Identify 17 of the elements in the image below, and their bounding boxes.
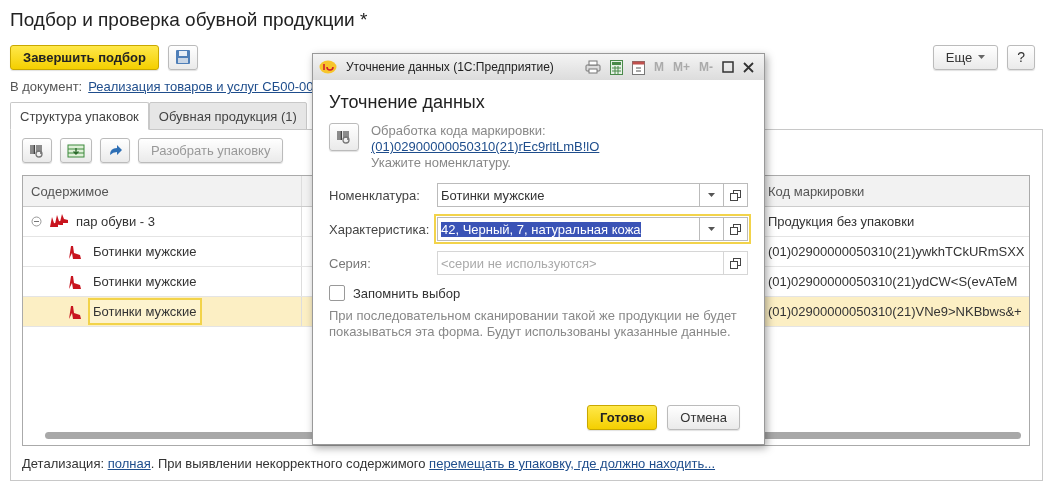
document-label: В документ:: [10, 79, 83, 96]
field-label: Номенклатура:: [329, 187, 421, 203]
page-title: Подбор и проверка обувной продукции *: [10, 8, 369, 32]
cell-text: Ботинки мужские: [92, 273, 198, 291]
field-label: Серия:: [329, 255, 372, 271]
footer-text: Детализация: полная. При выявлении некорректного содержимого перемещать в упаковку, где должно находить...: [22, 456, 717, 471]
info-label: Обработка кода маркировки:: [371, 123, 547, 139]
dialog-heading: Уточнение данных: [329, 92, 486, 113]
hint-text: Укажите номенклатуру.: [371, 155, 512, 171]
cell-text: Ботинки мужские: [88, 298, 202, 325]
cell-text: пар обуви - 3: [76, 214, 155, 229]
field-label: Характеристика:: [329, 221, 431, 237]
cell-text: Ботинки мужские: [92, 243, 198, 261]
column-header: Содержимое: [30, 182, 110, 201]
checkbox-label: Запомнить выбор: [353, 285, 461, 301]
note-text: При последовательном сканировании такой же продукции не будет показываться эта форма. Будут использованы указанные данные.: [329, 308, 738, 340]
window-title: Уточнение данных (1С:Предприятие): [346, 60, 555, 74]
